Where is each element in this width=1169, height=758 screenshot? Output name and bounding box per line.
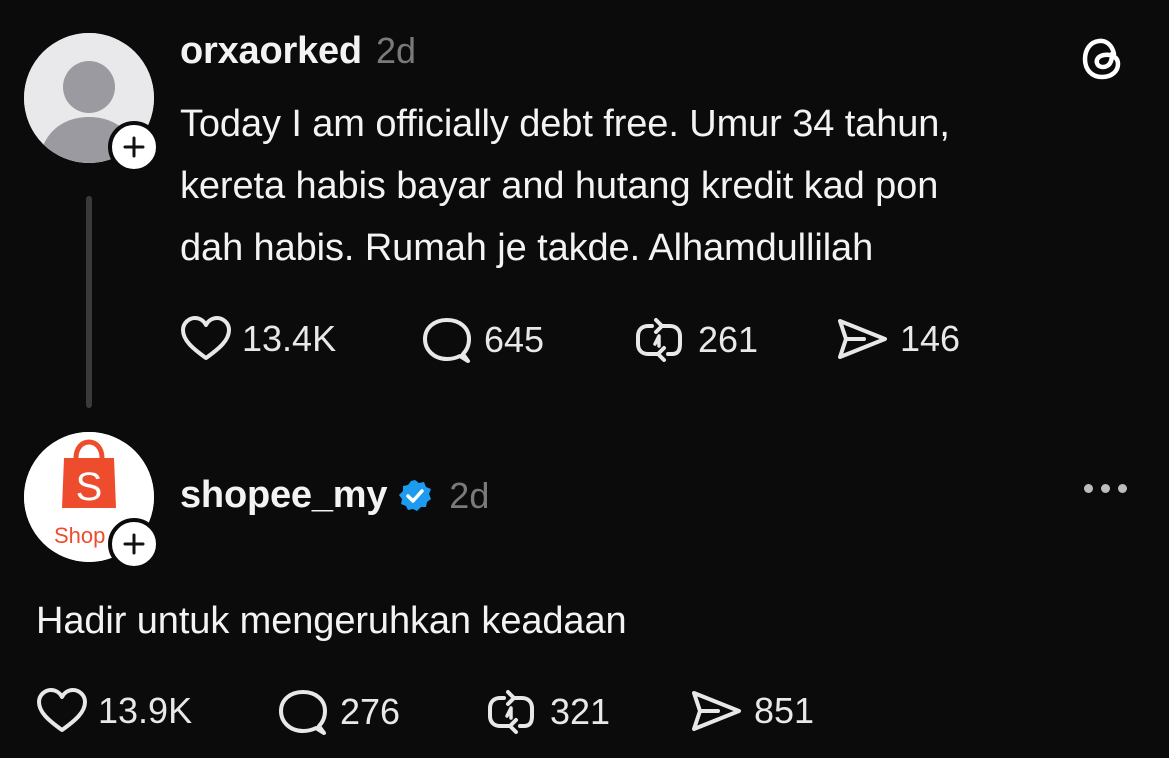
like-count: 13.4K [242, 318, 337, 359]
shopee-bag-letter: S [76, 465, 103, 509]
thread-connector-line [86, 196, 92, 408]
more-options-icon[interactable] [1084, 484, 1127, 493]
share-button[interactable]: 851 [688, 688, 814, 734]
heart-icon [181, 316, 231, 360]
share-count: 146 [900, 318, 961, 359]
reply-count: 276 [340, 691, 401, 732]
post-time: 2d [375, 30, 416, 71]
repost-count: 261 [698, 319, 759, 360]
post-text-line: kereta habis bayar and hutang kredit kad… [180, 165, 939, 207]
repost-button[interactable]: 261 [632, 316, 758, 364]
reply-button[interactable]: 645 [420, 316, 544, 364]
send-icon [838, 319, 887, 359]
repost-count: 321 [550, 691, 611, 732]
share-count: 851 [754, 690, 815, 731]
post-time: 2d [449, 474, 490, 516]
like-button[interactable]: 13.9K [36, 688, 192, 734]
plus-icon [123, 533, 145, 555]
post-header-2: shopee_my 2d [180, 474, 489, 517]
verified-badge-icon [399, 479, 432, 511]
share-button[interactable]: 146 [834, 316, 960, 362]
send-icon [692, 691, 741, 731]
threads-logo-icon[interactable] [1078, 32, 1130, 89]
comment-bubble-icon [423, 318, 471, 363]
dot [1118, 484, 1127, 493]
reply-button[interactable]: 276 [276, 688, 400, 736]
repost-button[interactable]: 321 [484, 688, 610, 736]
dot [1101, 484, 1110, 493]
post-header-1: orxaorked 2d [180, 30, 416, 73]
plus-icon [123, 136, 145, 158]
repost-icon [636, 318, 682, 362]
like-button[interactable]: 13.4K [180, 316, 336, 362]
follow-orxaorked-button[interactable] [108, 121, 160, 173]
heart-icon [37, 688, 87, 732]
dot [1084, 484, 1093, 493]
post-body-1: Today I am officially debt free. Umur 34… [180, 93, 950, 279]
post-text-line: Today I am officially debt free. Umur 34… [180, 103, 950, 145]
username[interactable]: orxaorked [180, 30, 362, 73]
post-text-line: dah habis. Rumah je takde. Alhamdullilah [180, 227, 874, 269]
follow-shopee-my-button[interactable] [108, 518, 160, 570]
post-body-2: Hadir untuk mengeruhkan keadaan [36, 600, 627, 642]
reply-count: 645 [484, 319, 545, 360]
comment-bubble-icon [279, 690, 327, 735]
username[interactable]: shopee_my [180, 474, 387, 517]
repost-icon [488, 690, 534, 734]
like-count: 13.9K [98, 690, 193, 731]
shopee-logo-text: Shop [54, 523, 105, 548]
